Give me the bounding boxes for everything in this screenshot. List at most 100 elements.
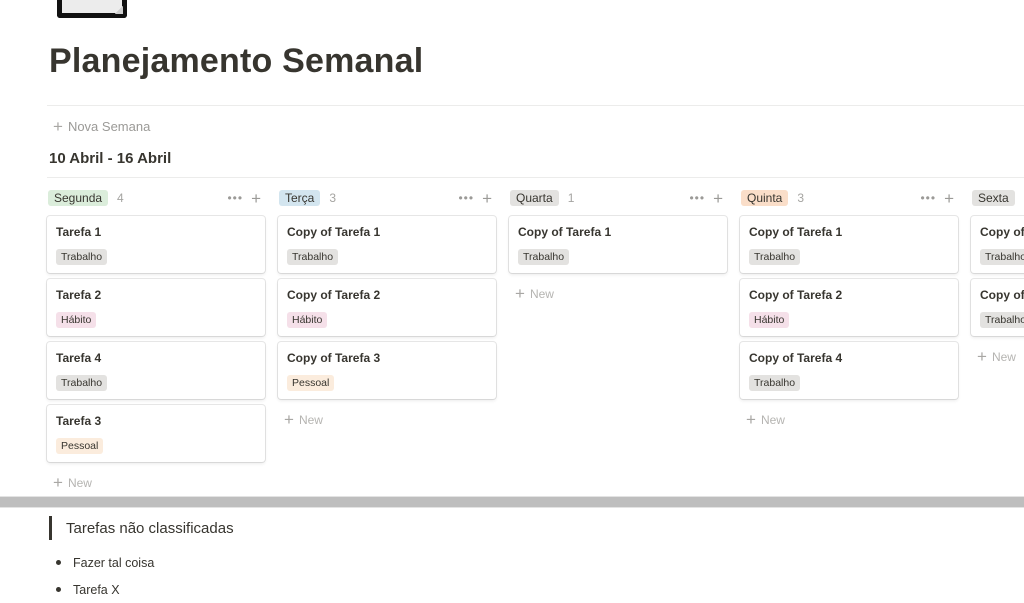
new-card-label: New	[529, 286, 554, 301]
unclassified-list: Fazer tal coisa Tarefa X	[56, 549, 154, 603]
divider	[47, 105, 1024, 106]
column-actions: ••• +	[920, 190, 958, 207]
card-title: Copy of Tarefa 2	[749, 288, 843, 302]
task-card[interactable]: Copy of Tarefa 2 Hábito	[740, 279, 958, 336]
task-card[interactable]: Copy of Trabalho	[971, 279, 1024, 336]
new-card-label: New	[67, 475, 92, 490]
new-card-button[interactable]: + New	[278, 405, 496, 434]
card-title: Tarefa 3	[56, 414, 102, 428]
column-label[interactable]: Sexta	[972, 190, 1015, 206]
task-card[interactable]: Copy of Tarefa 1 Trabalho	[278, 216, 496, 273]
more-options-icon[interactable]: •••	[458, 192, 474, 204]
column-count: 4	[117, 191, 124, 205]
card-title: Copy of	[980, 225, 1024, 239]
board-column: Sexta2•••+ Copy of Trabalho Copy of Trabalho…	[971, 188, 1024, 497]
card-title: Copy of Tarefa 1	[287, 225, 381, 239]
category-tag: Trabalho	[56, 249, 108, 265]
card-title: Tarefa 4	[56, 351, 102, 365]
new-week-button[interactable]: + Nova Semana	[53, 118, 150, 135]
add-card-icon[interactable]: +	[713, 190, 723, 207]
list-item-text: Fazer tal coisa	[73, 555, 155, 570]
card-title: Copy of Tarefa 2	[287, 288, 381, 302]
task-card[interactable]: Copy of Tarefa 1 Trabalho	[509, 216, 727, 273]
category-tag: Hábito	[287, 312, 328, 328]
new-card-button[interactable]: + New	[971, 342, 1024, 371]
bullet-icon	[56, 587, 61, 592]
category-tag: Trabalho	[287, 249, 339, 265]
unclassified-heading: Tarefas não classificadas	[49, 516, 234, 540]
new-card-label: New	[991, 349, 1016, 364]
card-title: Tarefa 1	[56, 225, 102, 239]
add-card-icon[interactable]: +	[482, 190, 492, 207]
card-title: Copy of	[980, 288, 1024, 302]
divider	[47, 177, 1024, 178]
add-card-icon[interactable]: +	[251, 190, 261, 207]
horizontal-scrollbar[interactable]	[0, 496, 1024, 508]
task-card[interactable]: Copy of Tarefa 4 Trabalho	[740, 342, 958, 399]
plus-icon: +	[53, 473, 63, 492]
column-count: 1	[567, 191, 575, 205]
add-card-icon[interactable]: +	[944, 190, 954, 207]
new-card-button[interactable]: + New	[509, 279, 727, 308]
plus-icon: +	[746, 410, 756, 429]
calendar-icon-fold	[115, 6, 123, 14]
column-header: Quarta 1 ••• +	[509, 188, 727, 208]
task-card[interactable]: Copy of Tarefa 2 Hábito	[278, 279, 496, 336]
more-options-icon[interactable]: •••	[920, 192, 936, 204]
category-tag: Hábito	[749, 312, 790, 328]
task-card[interactable]: Copy of Tarefa 3 Pessoal	[278, 342, 496, 399]
category-tag: Trabalho	[980, 249, 1024, 265]
category-tag: Trabalho	[518, 249, 570, 265]
list-item[interactable]: Fazer tal coisa	[56, 549, 154, 576]
category-tag: Trabalho	[749, 249, 801, 265]
column-header: Segunda 4 ••• +	[47, 188, 265, 208]
week-range-heading[interactable]: 10 Abril - 16 Abril	[49, 150, 171, 167]
more-options-icon[interactable]: •••	[689, 192, 705, 204]
column-label[interactable]: Segunda	[48, 190, 109, 206]
column-label[interactable]: Terça	[279, 190, 321, 206]
category-tag: Hábito	[56, 312, 97, 328]
task-card[interactable]: Tarefa 4 Trabalho	[47, 342, 265, 399]
calendar-icon[interactable]: ▪▪▪▪▪	[57, 0, 127, 18]
column-actions: ••• +	[458, 190, 496, 207]
task-card[interactable]: Tarefa 1 Trabalho	[47, 216, 265, 273]
task-card[interactable]: Tarefa 3 Pessoal	[47, 405, 265, 462]
plus-icon: +	[284, 410, 294, 429]
plus-icon: +	[53, 117, 63, 136]
card-title: Copy of Tarefa 1	[749, 225, 843, 239]
column-count: 3	[797, 191, 805, 205]
task-card[interactable]: Tarefa 2 Hábito	[47, 279, 265, 336]
column-actions: ••• +	[689, 190, 727, 207]
list-item[interactable]: Tarefa X	[56, 576, 154, 603]
card-title: Tarefa 2	[56, 288, 102, 302]
column-header: Quinta 3 ••• +	[740, 188, 958, 208]
new-week-label: Nova Semana	[67, 119, 151, 134]
page-title[interactable]: Planejamento Semanal	[49, 42, 423, 81]
plus-icon: +	[977, 347, 987, 366]
board-column: Segunda 4 ••• + Tarefa 1 Trabalho Tarefa 2 Hábi…	[47, 188, 265, 497]
unclassified-heading-text[interactable]: Tarefas não classificadas	[66, 520, 234, 537]
column-count: 3	[329, 191, 337, 205]
column-actions: ••• +	[227, 190, 265, 207]
task-card[interactable]: Copy of Tarefa 1 Trabalho	[740, 216, 958, 273]
more-options-icon[interactable]: •••	[227, 192, 243, 204]
card-title: Copy of Tarefa 3	[287, 351, 381, 365]
board-column: Terça 3 ••• + Copy of Tarefa 1 Trabalho Copy o…	[278, 188, 496, 497]
new-card-label: New	[298, 412, 323, 427]
list-item-text: Tarefa X	[73, 582, 120, 597]
column-label[interactable]: Quinta	[741, 190, 789, 206]
bullet-icon	[56, 560, 61, 565]
new-card-button[interactable]: + New	[740, 405, 958, 434]
column-header: Sexta2•••+	[971, 188, 1024, 208]
plus-icon: +	[515, 284, 525, 303]
card-title: Copy of Tarefa 4	[749, 351, 843, 365]
kanban-board: Segunda 4 ••• + Tarefa 1 Trabalho Tarefa 2 Hábi…	[47, 188, 1024, 497]
column-header: Terça 3 ••• +	[278, 188, 496, 208]
column-label[interactable]: Quarta	[510, 190, 559, 206]
category-tag: Pessoal	[287, 375, 335, 391]
new-card-button[interactable]: + New	[47, 468, 265, 497]
task-card[interactable]: Copy of Trabalho	[971, 216, 1024, 273]
category-tag: Trabalho	[980, 312, 1024, 328]
category-tag: Pessoal	[56, 438, 104, 454]
category-tag: Trabalho	[749, 375, 801, 391]
